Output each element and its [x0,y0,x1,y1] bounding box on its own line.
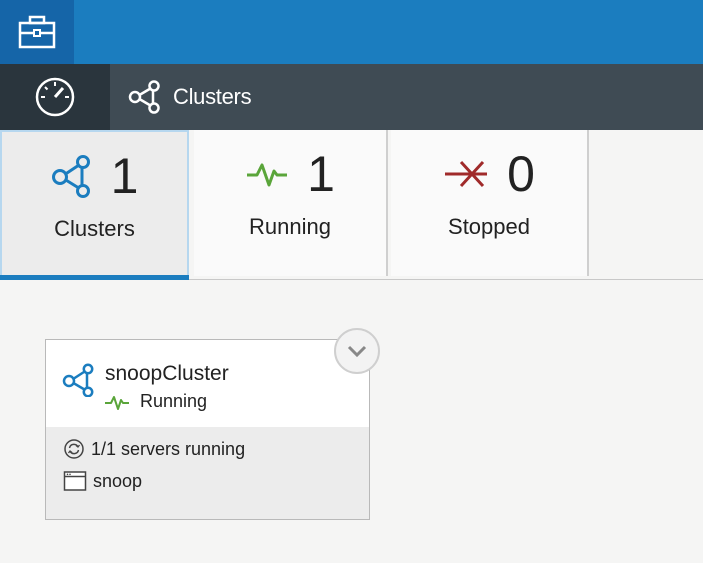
servers-running-row: 1/1 servers running [63,438,245,460]
running-label: Running [249,214,331,239]
clusters-label: Clusters [54,216,135,241]
stopped-label: Stopped [448,214,530,239]
top-bar [0,0,703,64]
summary-bar: 1 Clusters 1 Running 0 Stopped [0,130,703,280]
application-window-icon [63,471,87,491]
breadcrumb: Clusters [127,64,252,130]
stopped-arrow-icon [445,160,488,188]
nav-bar: Clusters [0,64,703,130]
pulse-icon [247,163,288,187]
stopped-count: 0 [507,146,535,202]
cluster-status-label: Running [140,391,208,411]
pulse-icon [105,395,129,410]
speedometer-icon [35,77,75,117]
toolbox-button[interactable] [0,0,74,64]
cluster-icon [51,155,90,198]
card-expand-button[interactable] [334,328,380,374]
dashboard-button[interactable] [0,64,110,130]
cluster-icon [128,80,160,114]
running-count: 1 [307,146,335,202]
cluster-card-details: 1/1 servers running snoop [46,427,369,519]
application-name[interactable]: snoop [93,471,142,492]
toolbox-icon [18,15,56,49]
server-sync-icon [64,439,84,459]
page-title: Clusters [173,84,252,109]
cluster-card-header: snoopCluster Running [46,340,369,427]
cluster-card[interactable]: snoopCluster Running 1/1 servers running [45,339,370,520]
cluster-icon [62,363,94,397]
cluster-name[interactable]: snoopCluster [105,362,229,386]
chevron-down-icon [347,345,367,358]
application-row: snoop [63,470,142,492]
servers-running-text: 1/1 servers running [91,438,246,459]
clusters-count: 1 [110,148,139,204]
tile-clusters[interactable]: 1 Clusters [0,130,189,280]
cluster-status: Running [104,391,207,412]
tile-running[interactable]: 1 Running [194,130,388,276]
tile-stopped[interactable]: 0 Stopped [391,130,589,276]
